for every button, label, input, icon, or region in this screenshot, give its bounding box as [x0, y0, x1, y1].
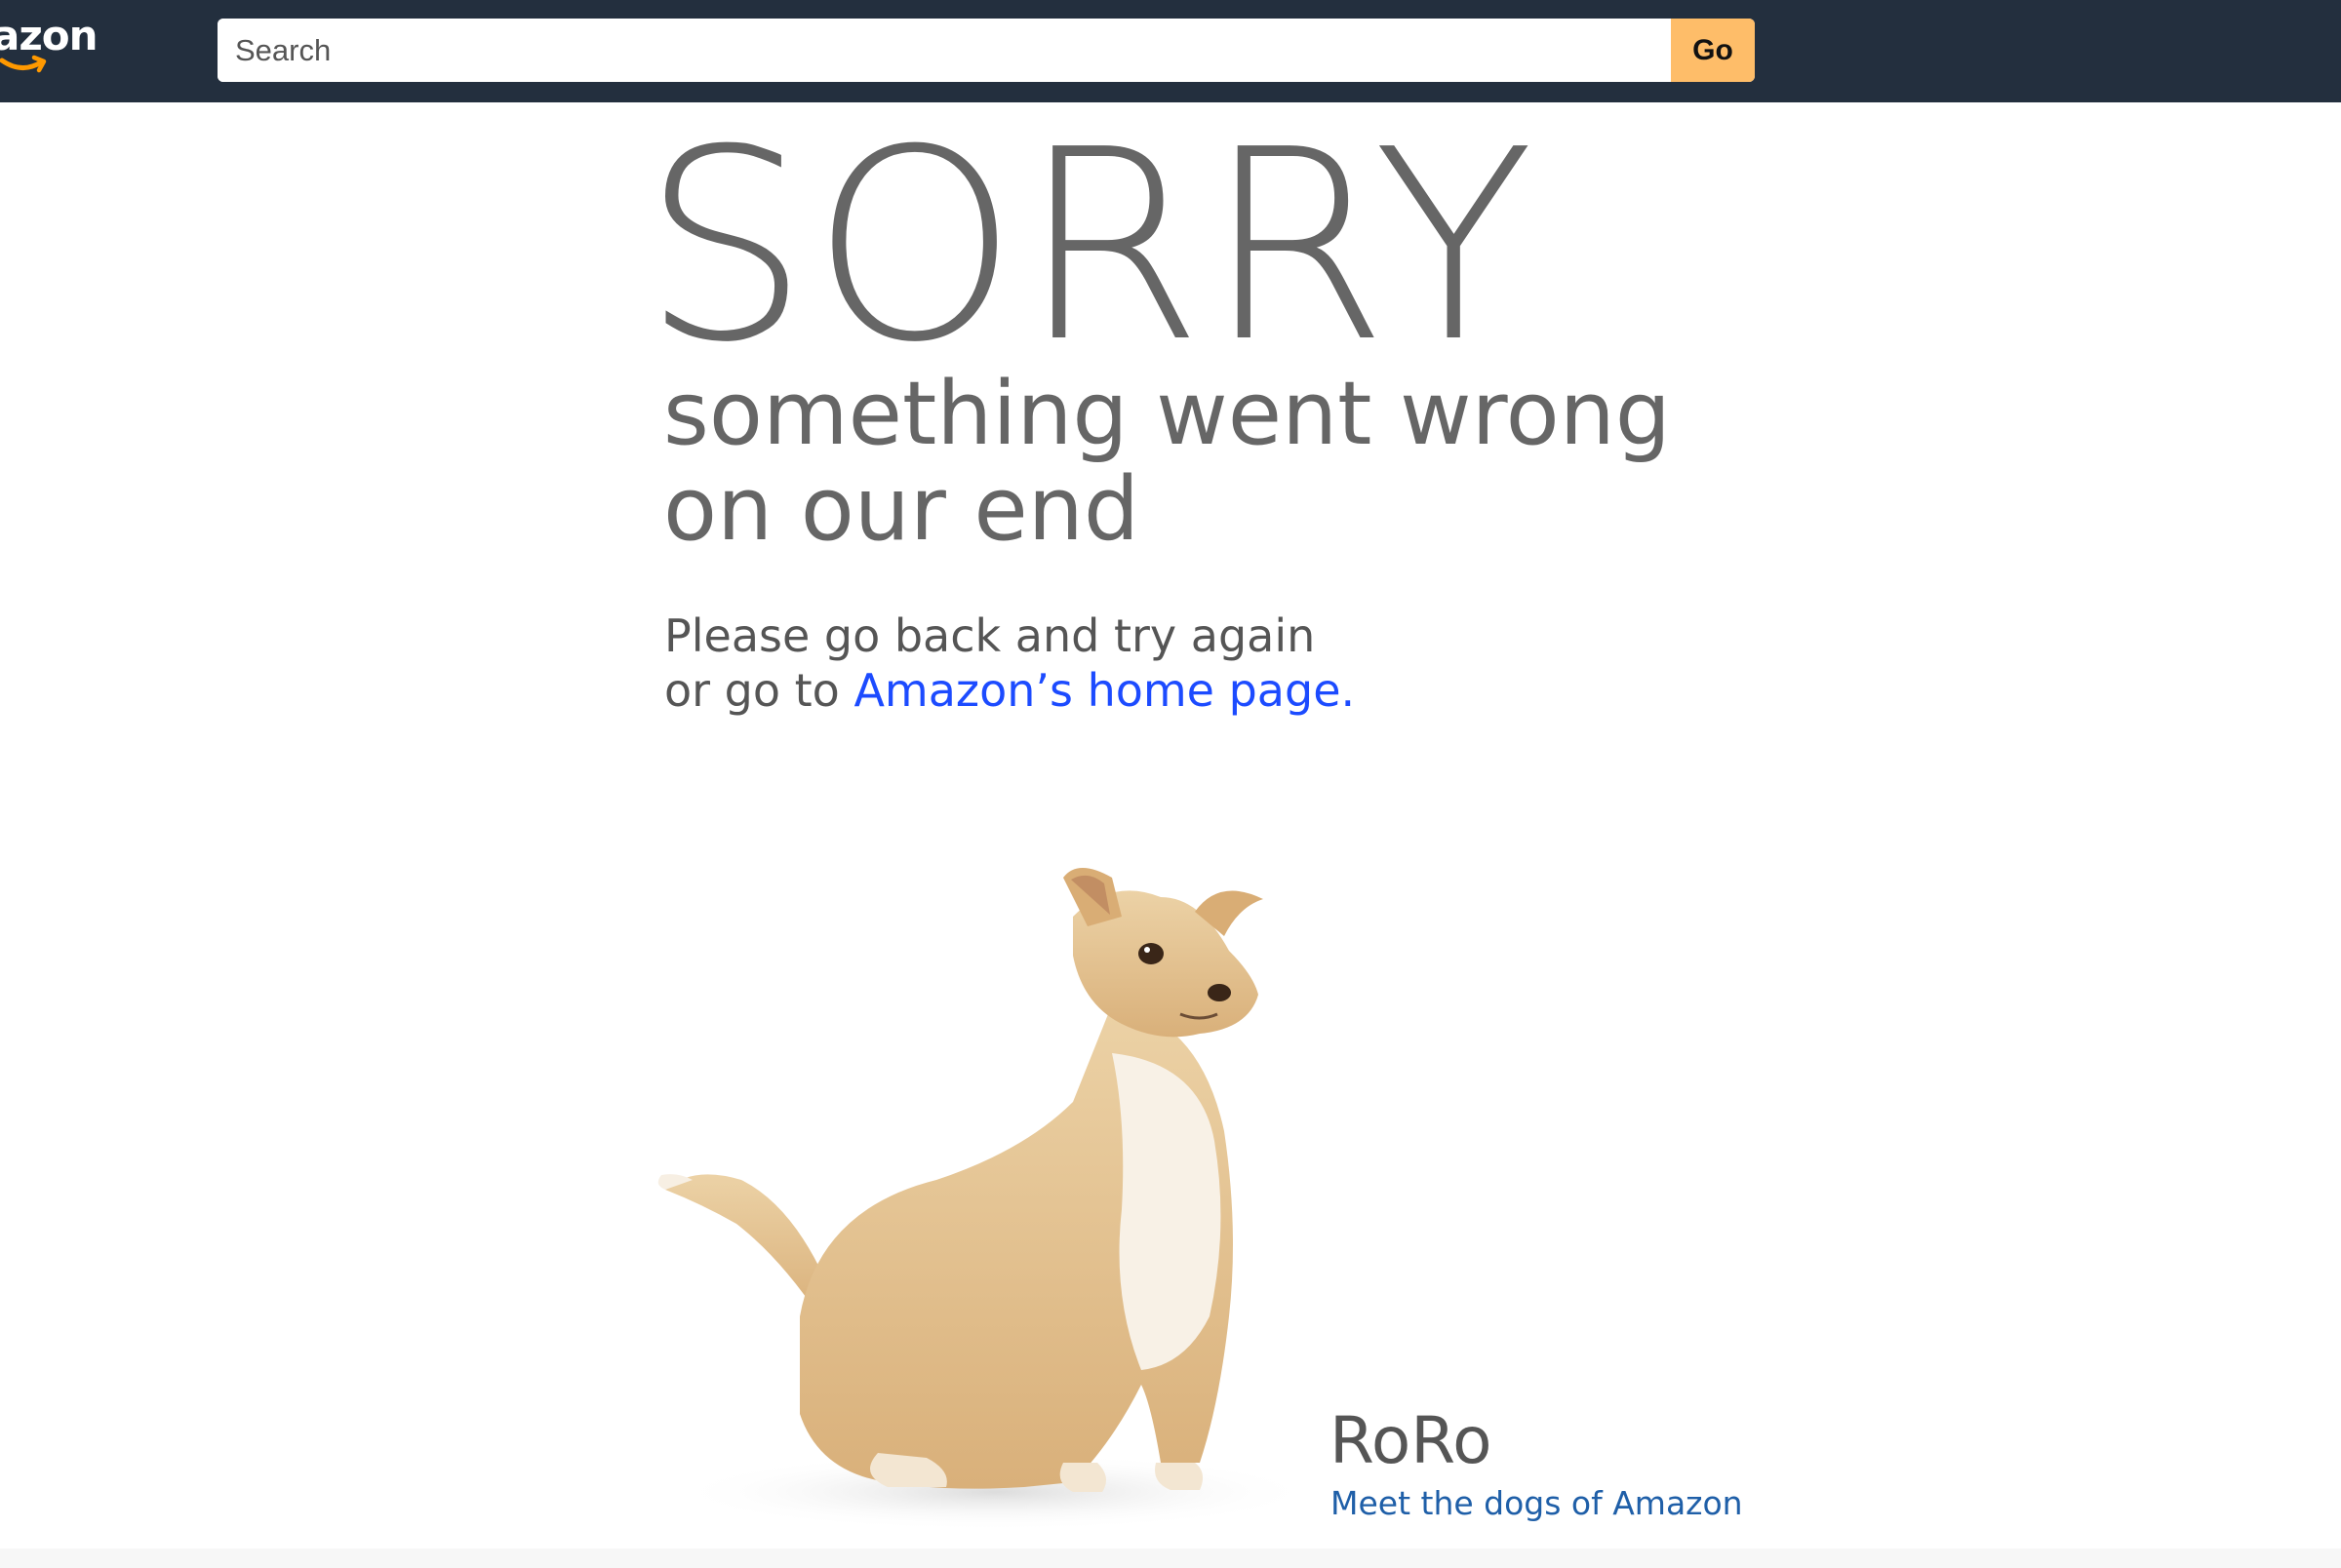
- go-button[interactable]: Go: [1671, 19, 1755, 82]
- top-nav-bar: azon Go: [0, 0, 2341, 102]
- help-message: Please go back and try again or go to Am…: [664, 608, 1355, 718]
- logo-smile-icon: [0, 55, 47, 73]
- home-page-link[interactable]: Amazon’s home page.: [853, 664, 1355, 717]
- error-subtitle: something went wrong on our end: [663, 367, 1671, 558]
- logo-wordmark: azon: [0, 12, 99, 59]
- footer-divider: [0, 1548, 2341, 1568]
- help-line2-prefix: or go to: [664, 664, 854, 717]
- help-line1: Please go back and try again: [664, 609, 1316, 662]
- dog-name: RoRo: [1329, 1403, 1492, 1478]
- dog-illustration: [657, 868, 1317, 1531]
- meet-the-dogs-link[interactable]: Meet the dogs of Amazon: [1330, 1484, 1743, 1522]
- search-input[interactable]: [218, 19, 1671, 82]
- error-subtitle-line2: on our end: [663, 458, 1139, 561]
- amazon-logo[interactable]: azon: [0, 8, 107, 86]
- search-form: Go: [218, 19, 1755, 82]
- error-title: SORRY: [642, 93, 1536, 400]
- error-subtitle-line1: something went wrong: [663, 363, 1671, 465]
